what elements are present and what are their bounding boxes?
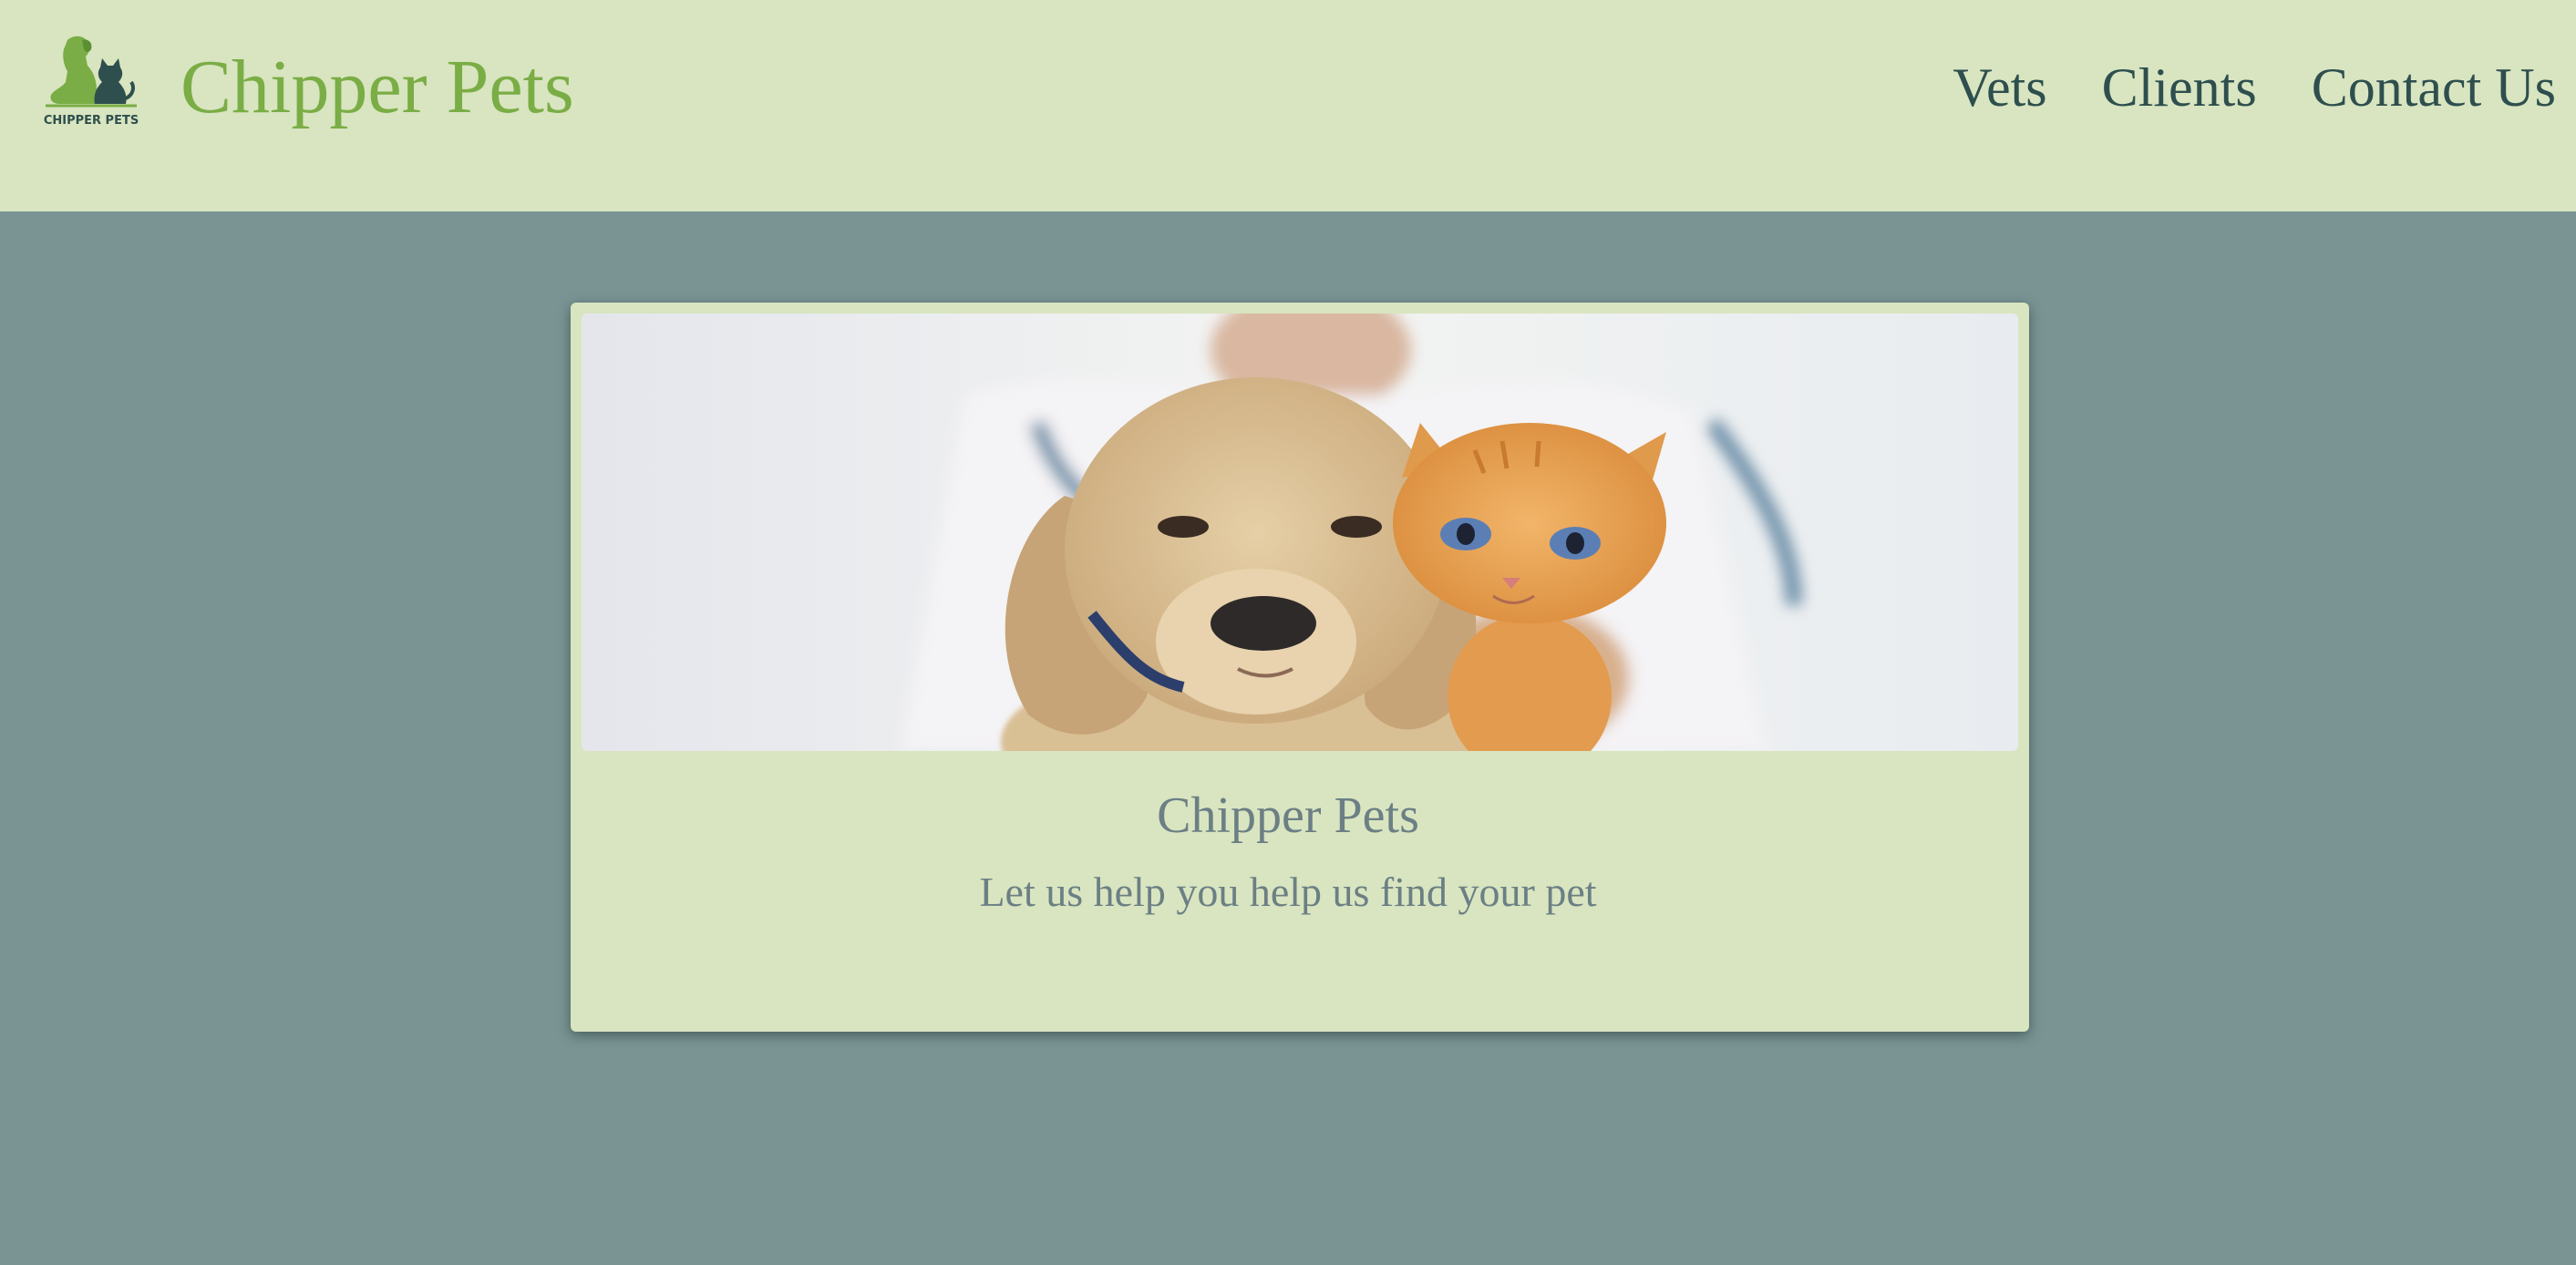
- svg-text:CHIPPER PETS: CHIPPER PETS: [44, 114, 139, 128]
- nav-link-clients[interactable]: Clients: [2102, 55, 2257, 120]
- chipper-pets-logo[interactable]: CHIPPER PETS: [42, 35, 140, 129]
- nav-link-contact-us[interactable]: Contact Us: [2312, 55, 2556, 120]
- brand-title[interactable]: Chipper Pets: [180, 42, 574, 133]
- card-subtitle: Let us help you help us find your pet: [979, 869, 1597, 915]
- hero-card: [571, 303, 2029, 1032]
- card-title: Chipper Pets: [1157, 787, 1419, 844]
- main-nav: Vets Clients Contact Us: [1953, 55, 2556, 120]
- dog-and-kitten-image: [582, 314, 2018, 751]
- nav-link-vets[interactable]: Vets: [1953, 55, 2046, 120]
- site-header: CHIPPER PETS Chipper Pets Vets Clients C…: [0, 0, 2576, 211]
